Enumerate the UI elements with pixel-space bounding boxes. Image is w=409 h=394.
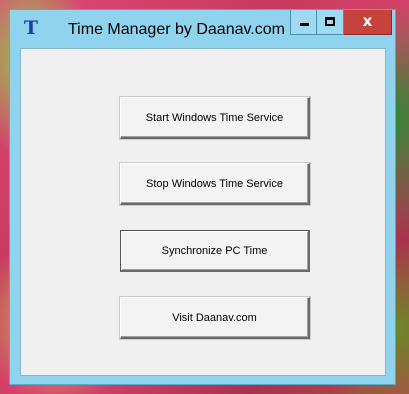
title-bar[interactable]: T Time Manager by Daanav.com x — [10, 10, 395, 50]
client-area: Start Windows Time Service Stop Windows … — [20, 48, 386, 376]
app-window: T Time Manager by Daanav.com x Start Win… — [9, 9, 396, 385]
start-time-service-button[interactable]: Start Windows Time Service — [120, 97, 310, 139]
synchronize-time-button[interactable]: Synchronize PC Time — [120, 230, 310, 272]
visit-website-button[interactable]: Visit Daanav.com — [120, 297, 310, 339]
maximize-button[interactable] — [317, 10, 344, 35]
minimize-button[interactable] — [290, 10, 317, 35]
maximize-icon — [325, 17, 335, 26]
window-title: Time Manager by Daanav.com — [68, 21, 285, 38]
stop-time-service-button[interactable]: Stop Windows Time Service — [120, 163, 310, 205]
minimize-icon — [300, 23, 309, 26]
close-button[interactable]: x — [344, 10, 392, 35]
app-icon[interactable]: T — [22, 18, 40, 38]
close-icon: x — [362, 12, 373, 30]
